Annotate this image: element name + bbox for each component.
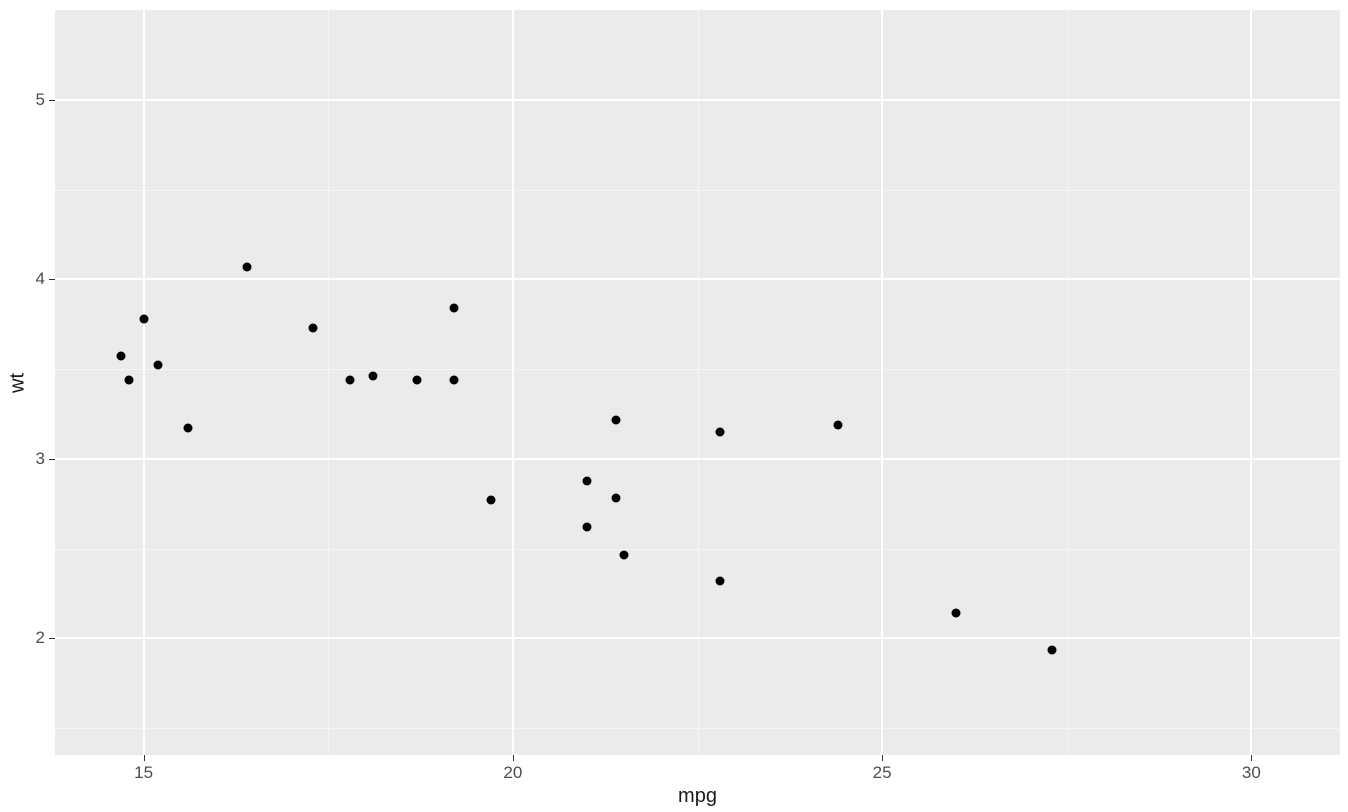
grid-major-horizontal	[55, 278, 1340, 280]
grid-minor-vertical	[1067, 10, 1068, 755]
data-point	[346, 375, 355, 384]
data-point	[117, 352, 126, 361]
data-point	[715, 427, 724, 436]
grid-minor-horizontal	[55, 549, 1340, 550]
scatter-chart: 15 20 25 30 2 3 4 5 mpg wt	[0, 0, 1348, 812]
data-point	[139, 314, 148, 323]
grid-minor-horizontal	[55, 369, 1340, 370]
y-tick	[49, 100, 55, 101]
x-tick	[144, 755, 145, 761]
grid-major-vertical	[143, 10, 145, 755]
data-point	[1047, 645, 1056, 654]
grid-major-vertical	[512, 10, 514, 755]
data-point	[619, 550, 628, 559]
grid-minor-vertical	[698, 10, 699, 755]
x-tick-label: 25	[873, 763, 892, 783]
y-axis-label: wt	[7, 373, 30, 393]
data-point	[612, 494, 621, 503]
grid-major-horizontal	[55, 637, 1340, 639]
grid-minor-horizontal	[55, 728, 1340, 729]
grid-major-horizontal	[55, 458, 1340, 460]
data-point	[183, 424, 192, 433]
x-axis-label: mpg	[678, 785, 717, 808]
data-point	[486, 496, 495, 505]
grid-minor-vertical	[328, 10, 329, 755]
y-tick	[49, 638, 55, 639]
data-point	[412, 375, 421, 384]
x-tick-label: 20	[503, 763, 522, 783]
y-tick-label: 4	[36, 269, 45, 289]
data-point	[309, 323, 318, 332]
data-point	[582, 477, 591, 486]
x-tick	[1251, 755, 1252, 761]
grid-major-vertical	[1250, 10, 1252, 755]
grid-minor-horizontal	[55, 190, 1340, 191]
grid-major-vertical	[881, 10, 883, 755]
data-point	[715, 576, 724, 585]
x-tick-label: 15	[134, 763, 153, 783]
x-tick	[513, 755, 514, 761]
x-tick	[882, 755, 883, 761]
data-point	[833, 420, 842, 429]
data-point	[582, 523, 591, 532]
data-point	[243, 262, 252, 271]
data-point	[612, 416, 621, 425]
y-tick-label: 3	[36, 449, 45, 469]
data-point	[449, 375, 458, 384]
y-tick	[49, 459, 55, 460]
grid-major-horizontal	[55, 99, 1340, 101]
x-tick-label: 30	[1242, 763, 1261, 783]
y-tick-label: 5	[36, 90, 45, 110]
data-point	[449, 304, 458, 313]
y-tick-label: 2	[36, 628, 45, 648]
data-point	[154, 361, 163, 370]
data-point	[951, 609, 960, 618]
y-tick	[49, 279, 55, 280]
plot-panel	[55, 10, 1340, 755]
data-point	[124, 375, 133, 384]
data-point	[368, 372, 377, 381]
